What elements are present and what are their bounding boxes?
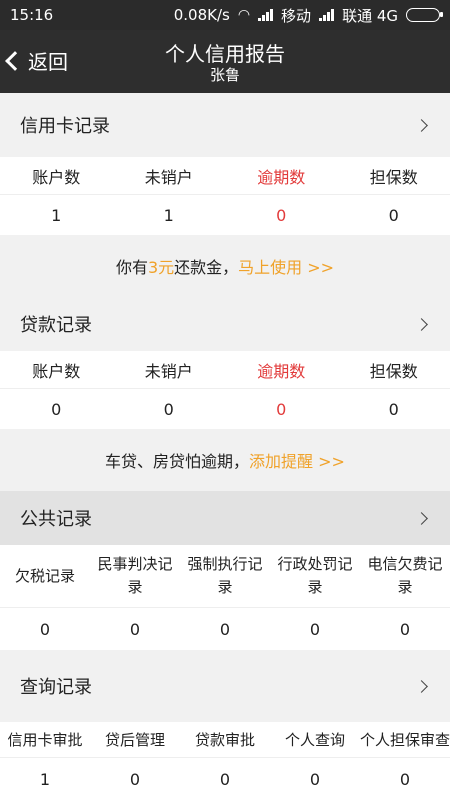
- tax-arrears-label: 欠税记录: [14, 566, 75, 585]
- chevron-right-icon: [415, 679, 428, 693]
- loan-open-label: 未销户: [144, 361, 193, 381]
- credit-card-accounts-value: 1: [51, 205, 62, 225]
- query-header-row: 信用卡审批 贷后管理 贷款审批 个人查询 个人担保审查: [0, 722, 450, 758]
- credit-card-guarantee-value: 0: [388, 205, 399, 225]
- telecom-arrears-label: 电信欠费记录: [367, 555, 443, 596]
- wifi-icon: ◠: [237, 7, 251, 23]
- civil-judgment-label: 民事判决记录: [97, 555, 173, 596]
- query-section-header[interactable]: 查询记录: [0, 650, 450, 722]
- loan-value-row: 0 0 0 0: [0, 389, 450, 429]
- card-approval-label: 信用卡审批: [7, 731, 83, 749]
- credit-card-section-header[interactable]: 信用卡记录: [0, 93, 450, 157]
- guarantee-review-value: 0: [399, 769, 411, 789]
- telecom-arrears-value: 0: [399, 619, 411, 639]
- query-title: 查询记录: [20, 677, 92, 698]
- admin-penalty-label: 行政处罚记录: [277, 555, 353, 596]
- public-title: 公共记录: [20, 509, 92, 530]
- promo-prefix: 你有: [115, 258, 148, 277]
- loan-approval-label: 贷款审批: [194, 731, 255, 749]
- civil-judgment-value: 0: [129, 619, 141, 639]
- repayment-promo: 你有 3元 还款金， 马上使用 >>: [0, 235, 450, 297]
- public-value-row: 0 0 0 0 0: [0, 608, 450, 650]
- credit-card-header-row: 账户数 未销户 逾期数 担保数: [0, 157, 450, 195]
- promo-middle: 还款金，: [174, 258, 239, 277]
- personal-query-label: 个人查询: [284, 731, 345, 749]
- carrier-unicom: 联通 4G: [342, 6, 398, 25]
- loan-approval-value: 0: [219, 769, 231, 789]
- credit-card-overdue-value: 0: [276, 205, 287, 225]
- tax-arrears-value: 0: [39, 619, 51, 639]
- reminder-promo: 车贷、房贷怕逾期， 添加提醒 >>: [0, 429, 450, 491]
- loan-overdue-label: 逾期数: [257, 361, 306, 381]
- loan-header-row: 账户数 未销户 逾期数 担保数: [0, 351, 450, 389]
- loan-section-header[interactable]: 贷款记录: [0, 297, 450, 351]
- chevron-right-icon: [415, 317, 428, 331]
- enforcement-label: 强制执行记录: [187, 555, 263, 596]
- guarantee-review-label: 个人担保审查: [360, 731, 450, 749]
- loan-title: 贷款记录: [20, 315, 92, 336]
- credit-card-overdue-label: 逾期数: [257, 167, 306, 187]
- network-speed: 0.08K/s: [173, 6, 230, 24]
- loan-open-value: 0: [163, 399, 174, 419]
- loan-overdue-value: 0: [276, 399, 287, 419]
- loan-guarantee-label: 担保数: [369, 361, 418, 381]
- personal-query-value: 0: [309, 769, 321, 789]
- loan-guarantee-value: 0: [388, 399, 399, 419]
- signal-icon-2: [319, 9, 335, 21]
- use-now-link[interactable]: 马上使用 >>: [238, 254, 334, 278]
- credit-card-value-row: 1 1 0 0: [0, 195, 450, 235]
- public-header-row: 欠税记录 民事判决记录 强制执行记录 行政处罚记录 电信欠费记录: [0, 545, 450, 607]
- carrier-mobile: 移动: [281, 6, 312, 25]
- card-approval-value: 1: [39, 769, 51, 789]
- page-title: 个人信用报告: [165, 42, 285, 66]
- enforcement-value: 0: [219, 619, 231, 639]
- post-loan-label: 贷后管理: [104, 731, 165, 749]
- status-time: 15:16: [10, 6, 54, 24]
- loan-accounts-value: 0: [51, 399, 62, 419]
- credit-card-guarantee-label: 担保数: [369, 167, 418, 187]
- chevron-right-icon: [415, 511, 428, 525]
- status-bar: 15:16 0.08K/s ◠ 移动 联通 4G: [0, 0, 450, 30]
- public-section-header[interactable]: 公共记录: [0, 491, 450, 545]
- loan-accounts-label: 账户数: [32, 361, 81, 381]
- battery-icon: [406, 8, 443, 22]
- promo-amount: 3元: [147, 258, 175, 277]
- reminder-prefix: 车贷、房贷怕逾期，: [105, 452, 250, 471]
- nav-bar: 返回 个人信用报告 张鲁: [0, 30, 450, 93]
- chevron-right-icon: [415, 118, 428, 132]
- admin-penalty-value: 0: [309, 619, 321, 639]
- credit-card-open-label: 未销户: [144, 167, 193, 187]
- credit-card-accounts-label: 账户数: [32, 167, 81, 187]
- post-loan-value: 0: [129, 769, 141, 789]
- add-reminder-link[interactable]: 添加提醒 >>: [249, 448, 345, 472]
- credit-card-open-value: 1: [163, 205, 174, 225]
- page-subtitle: 张鲁: [209, 66, 240, 84]
- signal-icon: [258, 9, 274, 21]
- credit-card-title: 信用卡记录: [20, 116, 110, 137]
- query-value-row: 1 0 0 0 0: [0, 758, 450, 800]
